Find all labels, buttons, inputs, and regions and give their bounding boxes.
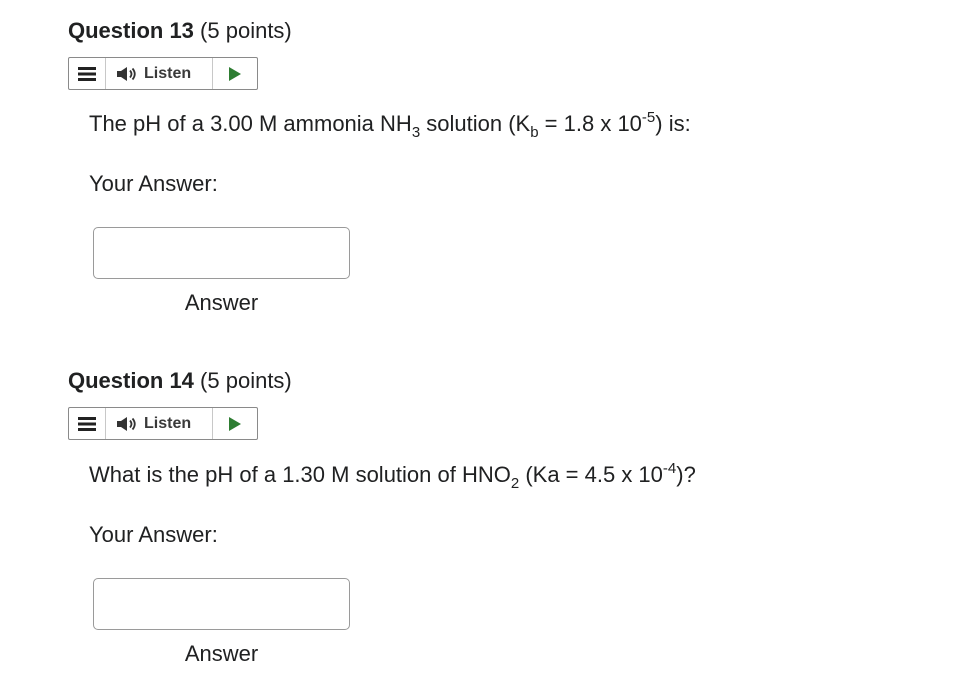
question-text-subscript: b	[530, 124, 539, 141]
play-button[interactable]	[213, 58, 257, 89]
answer-input[interactable]	[93, 227, 350, 279]
question-text: The pH of a 3.00 M ammonia NH3 solution …	[68, 109, 928, 141]
question-text-part: What is the pH of a 1.30 M solution of H…	[89, 462, 511, 487]
play-icon	[229, 416, 241, 431]
listen-toolbar: Listen	[68, 57, 258, 90]
your-answer-label: Your Answer:	[89, 171, 218, 196]
question-number: Question 13	[68, 18, 194, 43]
question-text-superscript: -4	[662, 460, 677, 477]
menu-icon	[78, 416, 96, 431]
question-number: Question 14	[68, 368, 194, 393]
listen-menu-button[interactable]	[69, 408, 106, 439]
question-text-part: (Ka = 4.5 x 10	[519, 462, 663, 487]
question-text: What is the pH of a 1.30 M solution of H…	[68, 460, 928, 492]
question-heading: Question 13 (5 points)	[68, 16, 928, 46]
answer-caption: Answer	[184, 290, 259, 315]
question-points: (5 points)	[200, 368, 292, 393]
listen-button[interactable]: Listen	[106, 58, 213, 89]
question-14: Question 14 (5 points) Listen What is th…	[68, 366, 928, 669]
quiz-page: Question 13 (5 points) Listen The pH of …	[0, 0, 967, 692]
speaker-icon	[117, 66, 136, 81]
your-answer-label: Your Answer:	[89, 522, 218, 547]
listen-button[interactable]: Listen	[106, 408, 213, 439]
menu-icon	[78, 66, 96, 81]
question-text-superscript: -5	[641, 109, 656, 126]
question-heading: Question 14 (5 points)	[68, 366, 928, 396]
question-text-part: = 1.8 x 10	[538, 111, 642, 136]
answer-input[interactable]	[93, 578, 350, 630]
listen-label: Listen	[144, 64, 192, 82]
question-13: Question 13 (5 points) Listen The pH of …	[68, 16, 928, 318]
question-text-part: The pH of a 3.00 M ammonia NH	[89, 111, 412, 136]
play-icon	[229, 66, 241, 81]
listen-toolbar: Listen	[68, 407, 258, 440]
play-button[interactable]	[213, 408, 257, 439]
answer-caption: Answer	[184, 641, 259, 666]
question-text-subscript: 3	[411, 124, 421, 141]
speaker-icon	[117, 416, 136, 431]
listen-label: Listen	[144, 414, 192, 432]
question-text-part: ) is:	[655, 111, 691, 136]
listen-menu-button[interactable]	[69, 58, 106, 89]
question-points: (5 points)	[200, 18, 292, 43]
question-text-part: solution (K	[420, 111, 531, 136]
question-text-subscript: 2	[510, 475, 520, 492]
question-text-part: )?	[676, 462, 696, 487]
